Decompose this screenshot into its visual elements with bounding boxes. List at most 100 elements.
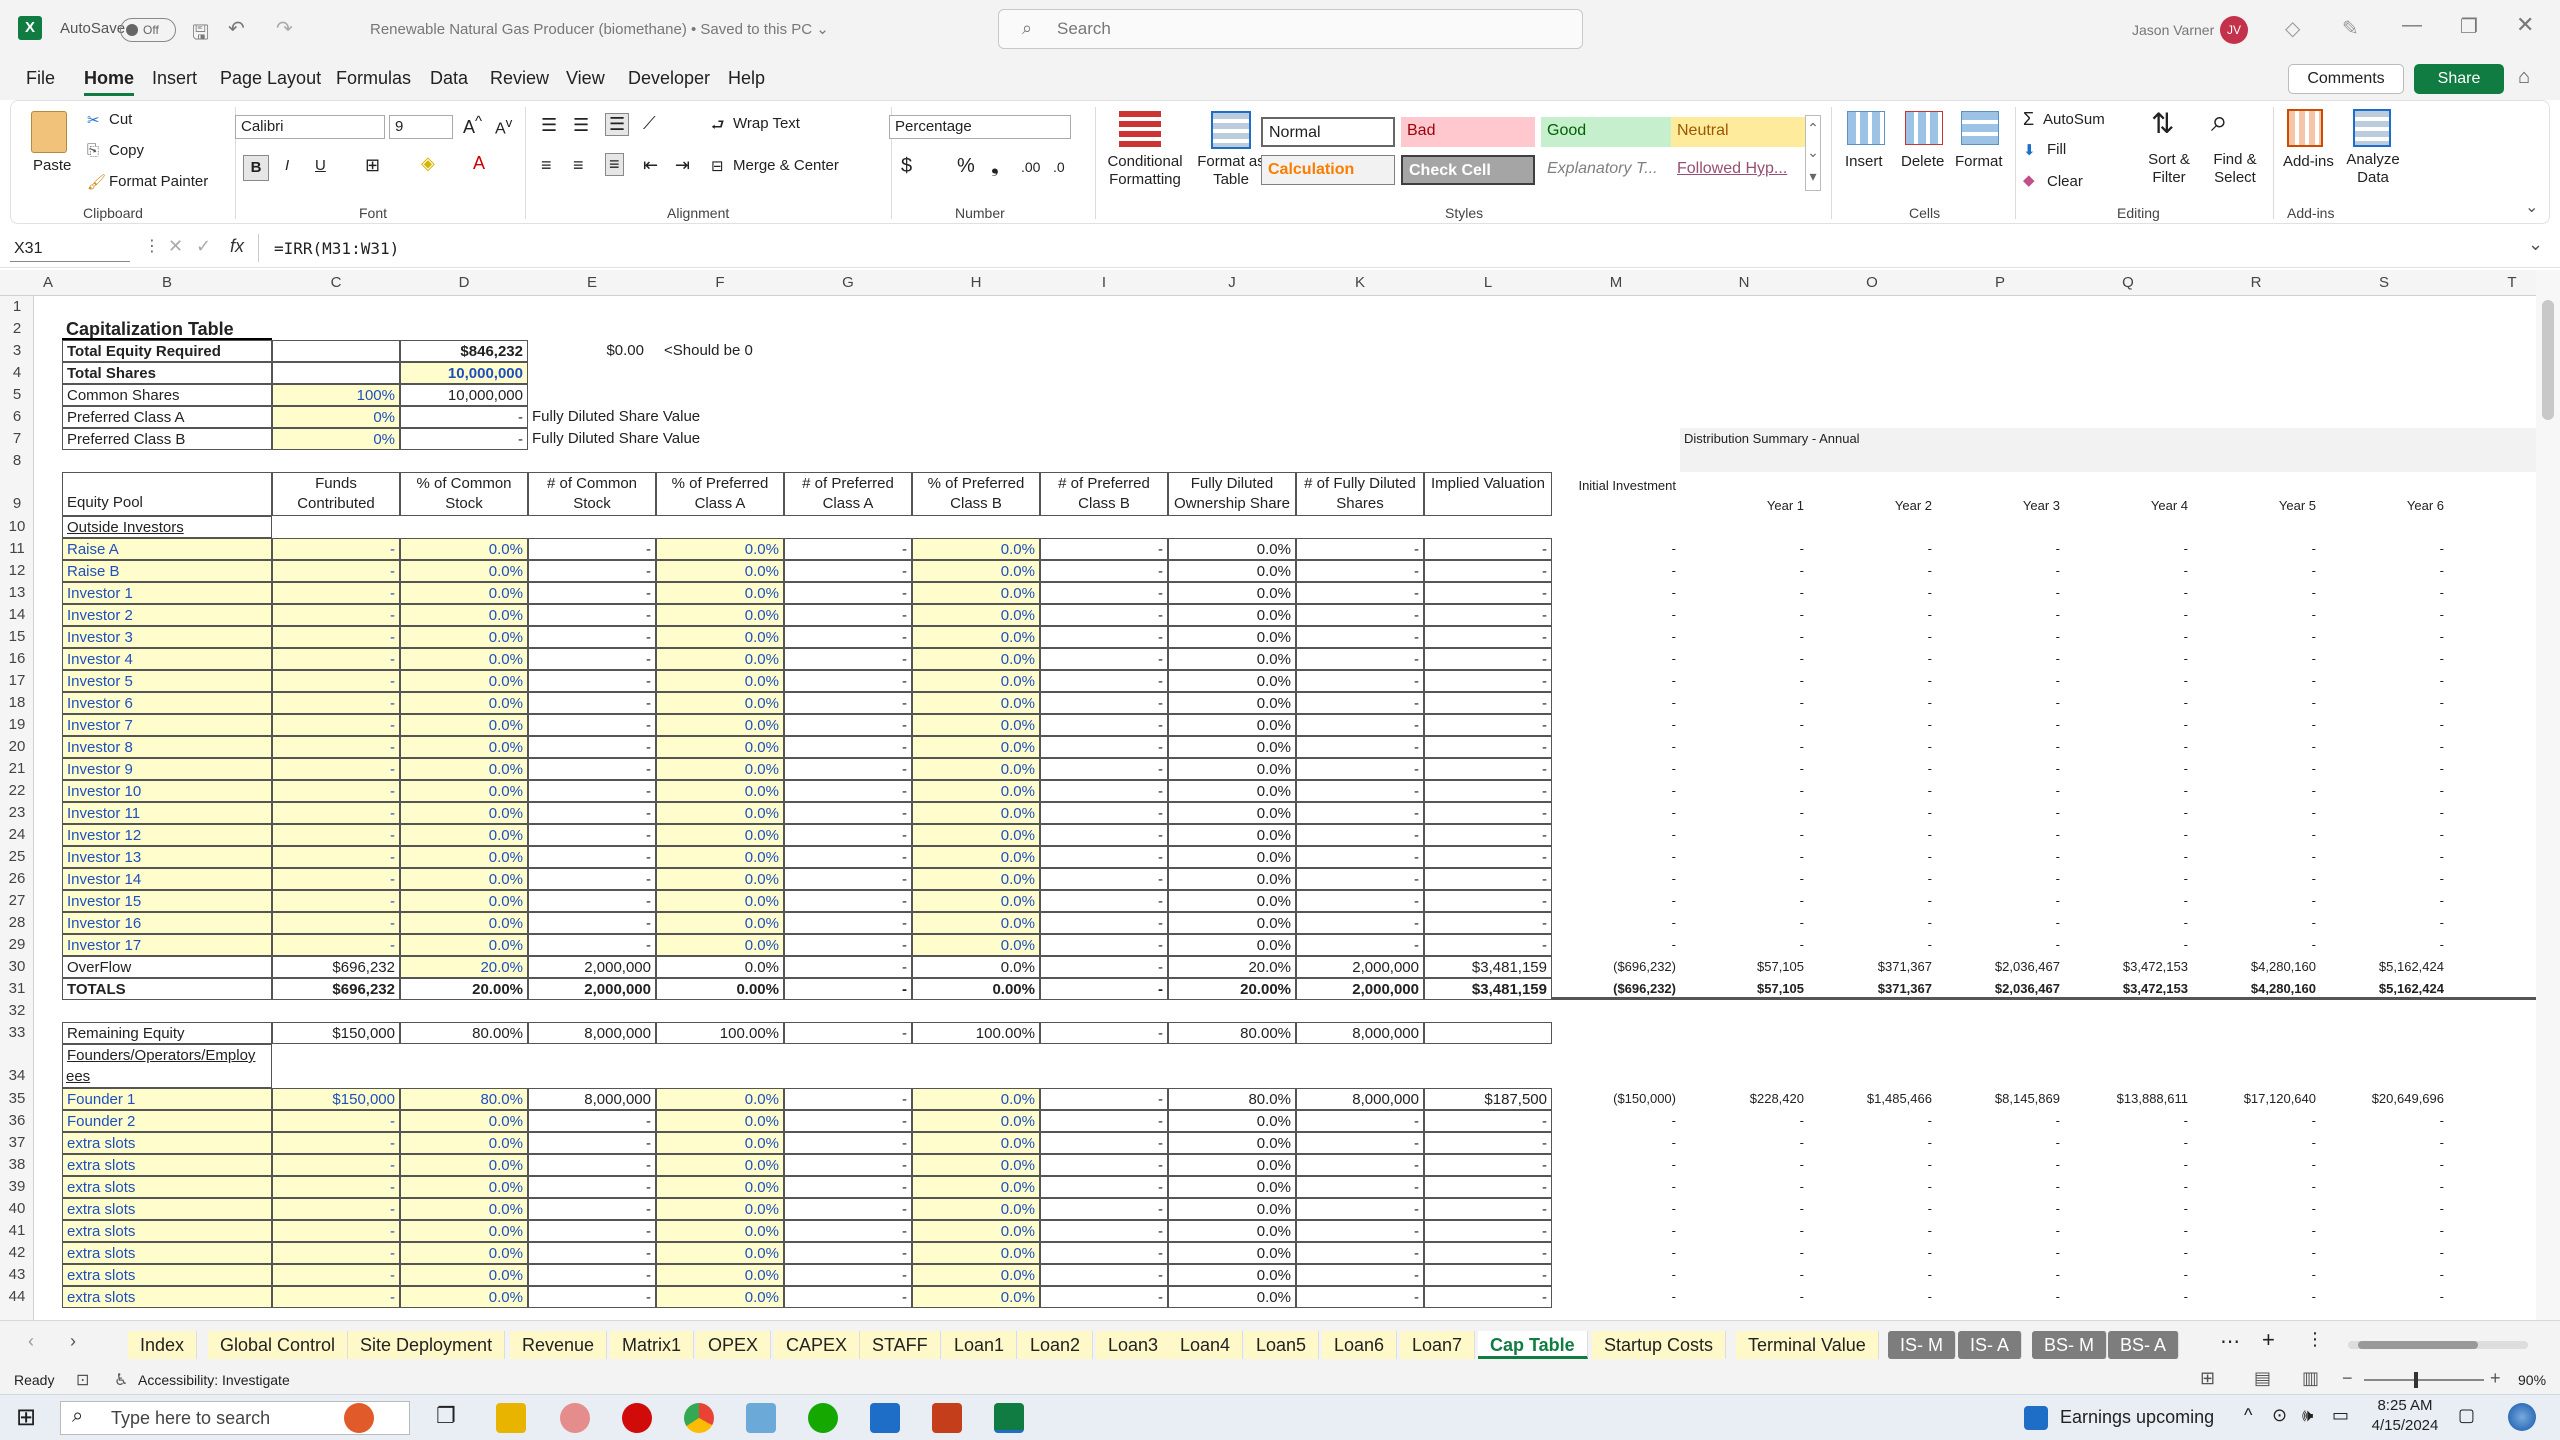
table-cell[interactable]: - [1424, 626, 1552, 648]
table-cell[interactable]: - [528, 538, 656, 560]
row-header[interactable]: 9 [0, 472, 34, 516]
distribution-cell[interactable]: - [1936, 1198, 2064, 1220]
table-cell[interactable]: - [1424, 538, 1552, 560]
table-cell[interactable]: 0.0% [400, 1264, 528, 1286]
format-cells-icon[interactable] [1961, 111, 1999, 145]
table-cell[interactable]: 0.0% [1168, 1110, 1296, 1132]
more-sheets-icon[interactable]: ⋯ [2220, 1329, 2240, 1354]
table-cell[interactable]: - [1296, 934, 1424, 956]
distribution-cell[interactable]: - [1552, 846, 1680, 868]
paste-button[interactable]: Paste [33, 157, 71, 174]
row-header[interactable]: 41 [0, 1220, 34, 1242]
news-text[interactable]: Earnings upcoming [2060, 1407, 2214, 1428]
row-header[interactable]: 4 [0, 362, 34, 384]
table-cell[interactable]: - [1040, 758, 1168, 780]
distribution-cell[interactable]: - [1552, 714, 1680, 736]
remaining-equity-cell[interactable]: 80.00% [400, 1022, 528, 1044]
table-cell[interactable]: - [272, 626, 400, 648]
distribution-cell[interactable]: - [2192, 626, 2320, 648]
distribution-cell[interactable]: - [1808, 582, 1936, 604]
distribution-cell[interactable]: - [2320, 1154, 2448, 1176]
app-icon[interactable] [746, 1403, 776, 1433]
table-cell[interactable]: 0.0% [912, 1176, 1040, 1198]
share-button[interactable]: Share [2414, 64, 2504, 94]
tab-staff[interactable]: STAFF [860, 1331, 941, 1359]
distribution-header[interactable]: Initial Investment [1552, 472, 1680, 516]
table-cell[interactable]: - [1040, 1132, 1168, 1154]
distribution-cell[interactable]: - [1936, 802, 2064, 824]
table-cell[interactable]: - [784, 912, 912, 934]
tab-matrix1[interactable]: Matrix1 [610, 1331, 695, 1359]
row-label[interactable]: Investor 16 [62, 912, 272, 934]
distribution-cell[interactable]: - [1680, 868, 1808, 890]
distribution-cell[interactable]: - [1552, 802, 1680, 824]
distribution-cell[interactable]: - [1936, 846, 2064, 868]
table-cell[interactable]: 0.0% [912, 582, 1040, 604]
distribution-cell[interactable]: - [2320, 692, 2448, 714]
share-class-pct[interactable]: 0% [272, 406, 400, 428]
table-cell[interactable]: 0.0% [656, 802, 784, 824]
totals-cell[interactable]: 2,000,000 [1296, 978, 1424, 1000]
distribution-cell[interactable]: - [1936, 1220, 2064, 1242]
enter-icon[interactable]: ✓ [196, 236, 211, 257]
distribution-cell[interactable]: - [1936, 758, 2064, 780]
table-cell[interactable]: 0.0% [912, 1132, 1040, 1154]
distribution-cell[interactable]: - [2064, 736, 2192, 758]
currency-icon[interactable]: $ [901, 155, 912, 178]
table-cell[interactable]: 0.0% [1168, 538, 1296, 560]
table-cell[interactable]: - [272, 1264, 400, 1286]
table-cell[interactable]: - [528, 1220, 656, 1242]
table-cell[interactable]: 0.0% [912, 1198, 1040, 1220]
table-cell[interactable]: 0.0% [656, 692, 784, 714]
table-cell[interactable]: - [1296, 582, 1424, 604]
copy-icon[interactable]: ⎘ [87, 142, 99, 159]
overflow-cell[interactable]: $3,481,159 [1424, 956, 1552, 978]
distribution-cell[interactable]: - [2192, 868, 2320, 890]
founder-1-distribution[interactable]: $8,145,869 [1936, 1088, 2064, 1110]
table-cell[interactable]: - [1040, 1176, 1168, 1198]
style-calculation[interactable]: Calculation [1261, 155, 1395, 185]
row-header[interactable]: 6 [0, 406, 34, 428]
distribution-cell[interactable]: - [1552, 824, 1680, 846]
overflow-distribution[interactable]: $2,036,467 [1936, 956, 2064, 978]
table-cell[interactable]: - [1040, 582, 1168, 604]
table-cell[interactable]: - [784, 1264, 912, 1286]
table-cell[interactable]: - [1296, 1132, 1424, 1154]
table-cell[interactable]: - [1424, 780, 1552, 802]
table-cell[interactable]: - [272, 934, 400, 956]
distribution-cell[interactable]: - [1808, 604, 1936, 626]
distribution-cell[interactable]: - [2320, 1198, 2448, 1220]
founder-1-distribution[interactable]: $1,485,466 [1808, 1088, 1936, 1110]
distribution-cell[interactable]: - [2320, 604, 2448, 626]
distribution-cell[interactable]: - [1936, 780, 2064, 802]
row-header[interactable]: 17 [0, 670, 34, 692]
table-cell[interactable]: - [528, 1110, 656, 1132]
distribution-cell[interactable]: - [2192, 912, 2320, 934]
distribution-cell[interactable]: - [1680, 648, 1808, 670]
chrome-icon[interactable] [684, 1403, 714, 1433]
table-cell[interactable]: - [1296, 1220, 1424, 1242]
cut-button[interactable]: Cut [109, 111, 132, 128]
table-cell[interactable]: - [1424, 1198, 1552, 1220]
distribution-cell[interactable]: - [1808, 1132, 1936, 1154]
distribution-cell[interactable]: - [2192, 1220, 2320, 1242]
table-header[interactable]: # of Preferred Class B [1040, 472, 1168, 516]
distribution-cell[interactable]: - [1552, 670, 1680, 692]
distribution-cell[interactable]: - [2320, 780, 2448, 802]
style-good[interactable]: Good [1541, 117, 1675, 147]
table-cell[interactable]: - [272, 1132, 400, 1154]
table-cell[interactable]: - [784, 1242, 912, 1264]
row-header[interactable]: 3 [0, 340, 34, 362]
row-header[interactable]: 1 [0, 296, 34, 318]
tab-index[interactable]: Index [128, 1331, 198, 1359]
column-header-e[interactable]: E [528, 272, 656, 294]
vertical-scroll-thumb[interactable] [2542, 300, 2554, 420]
distribution-cell[interactable]: - [1680, 604, 1808, 626]
distribution-cell[interactable]: - [2320, 912, 2448, 934]
distribution-cell[interactable]: - [1680, 934, 1808, 956]
table-cell[interactable]: 0.0% [656, 1132, 784, 1154]
table-cell[interactable]: - [1040, 1154, 1168, 1176]
founder-1-distribution[interactable]: $228,420 [1680, 1088, 1808, 1110]
table-cell[interactable]: 0.0% [1168, 802, 1296, 824]
table-cell[interactable]: 0.0% [1168, 582, 1296, 604]
